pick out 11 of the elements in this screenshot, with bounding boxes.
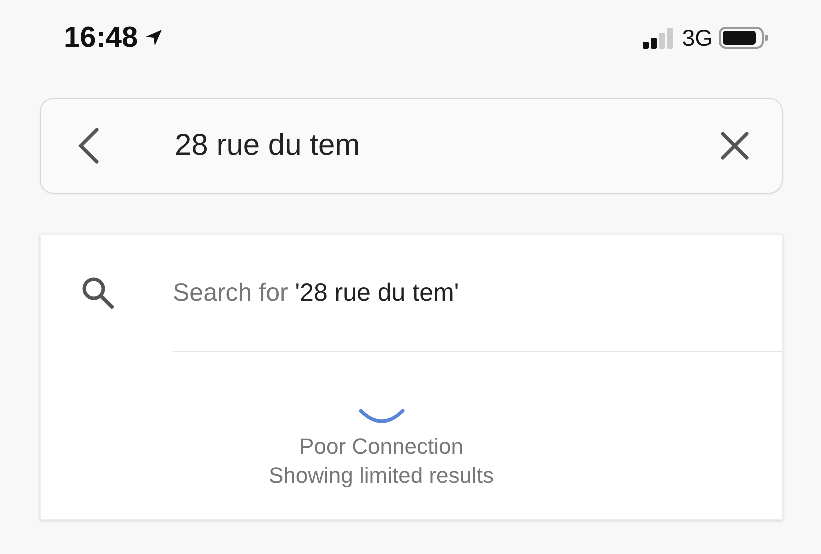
location-arrow-icon: [144, 28, 164, 48]
search-field[interactable]: 28 rue du tem: [40, 98, 783, 194]
network-type: 3G: [682, 24, 713, 52]
battery-icon: [719, 26, 769, 50]
status-time: 16:48: [64, 22, 138, 54]
notice-subtitle: Showing limited results: [269, 462, 494, 490]
loading-spinner-icon: [358, 408, 406, 424]
notice-title: Poor Connection: [300, 433, 464, 461]
close-icon[interactable]: [720, 131, 750, 161]
search-icon: [81, 276, 115, 310]
search-suggestion[interactable]: Search for '28 rue du tem': [173, 278, 460, 308]
